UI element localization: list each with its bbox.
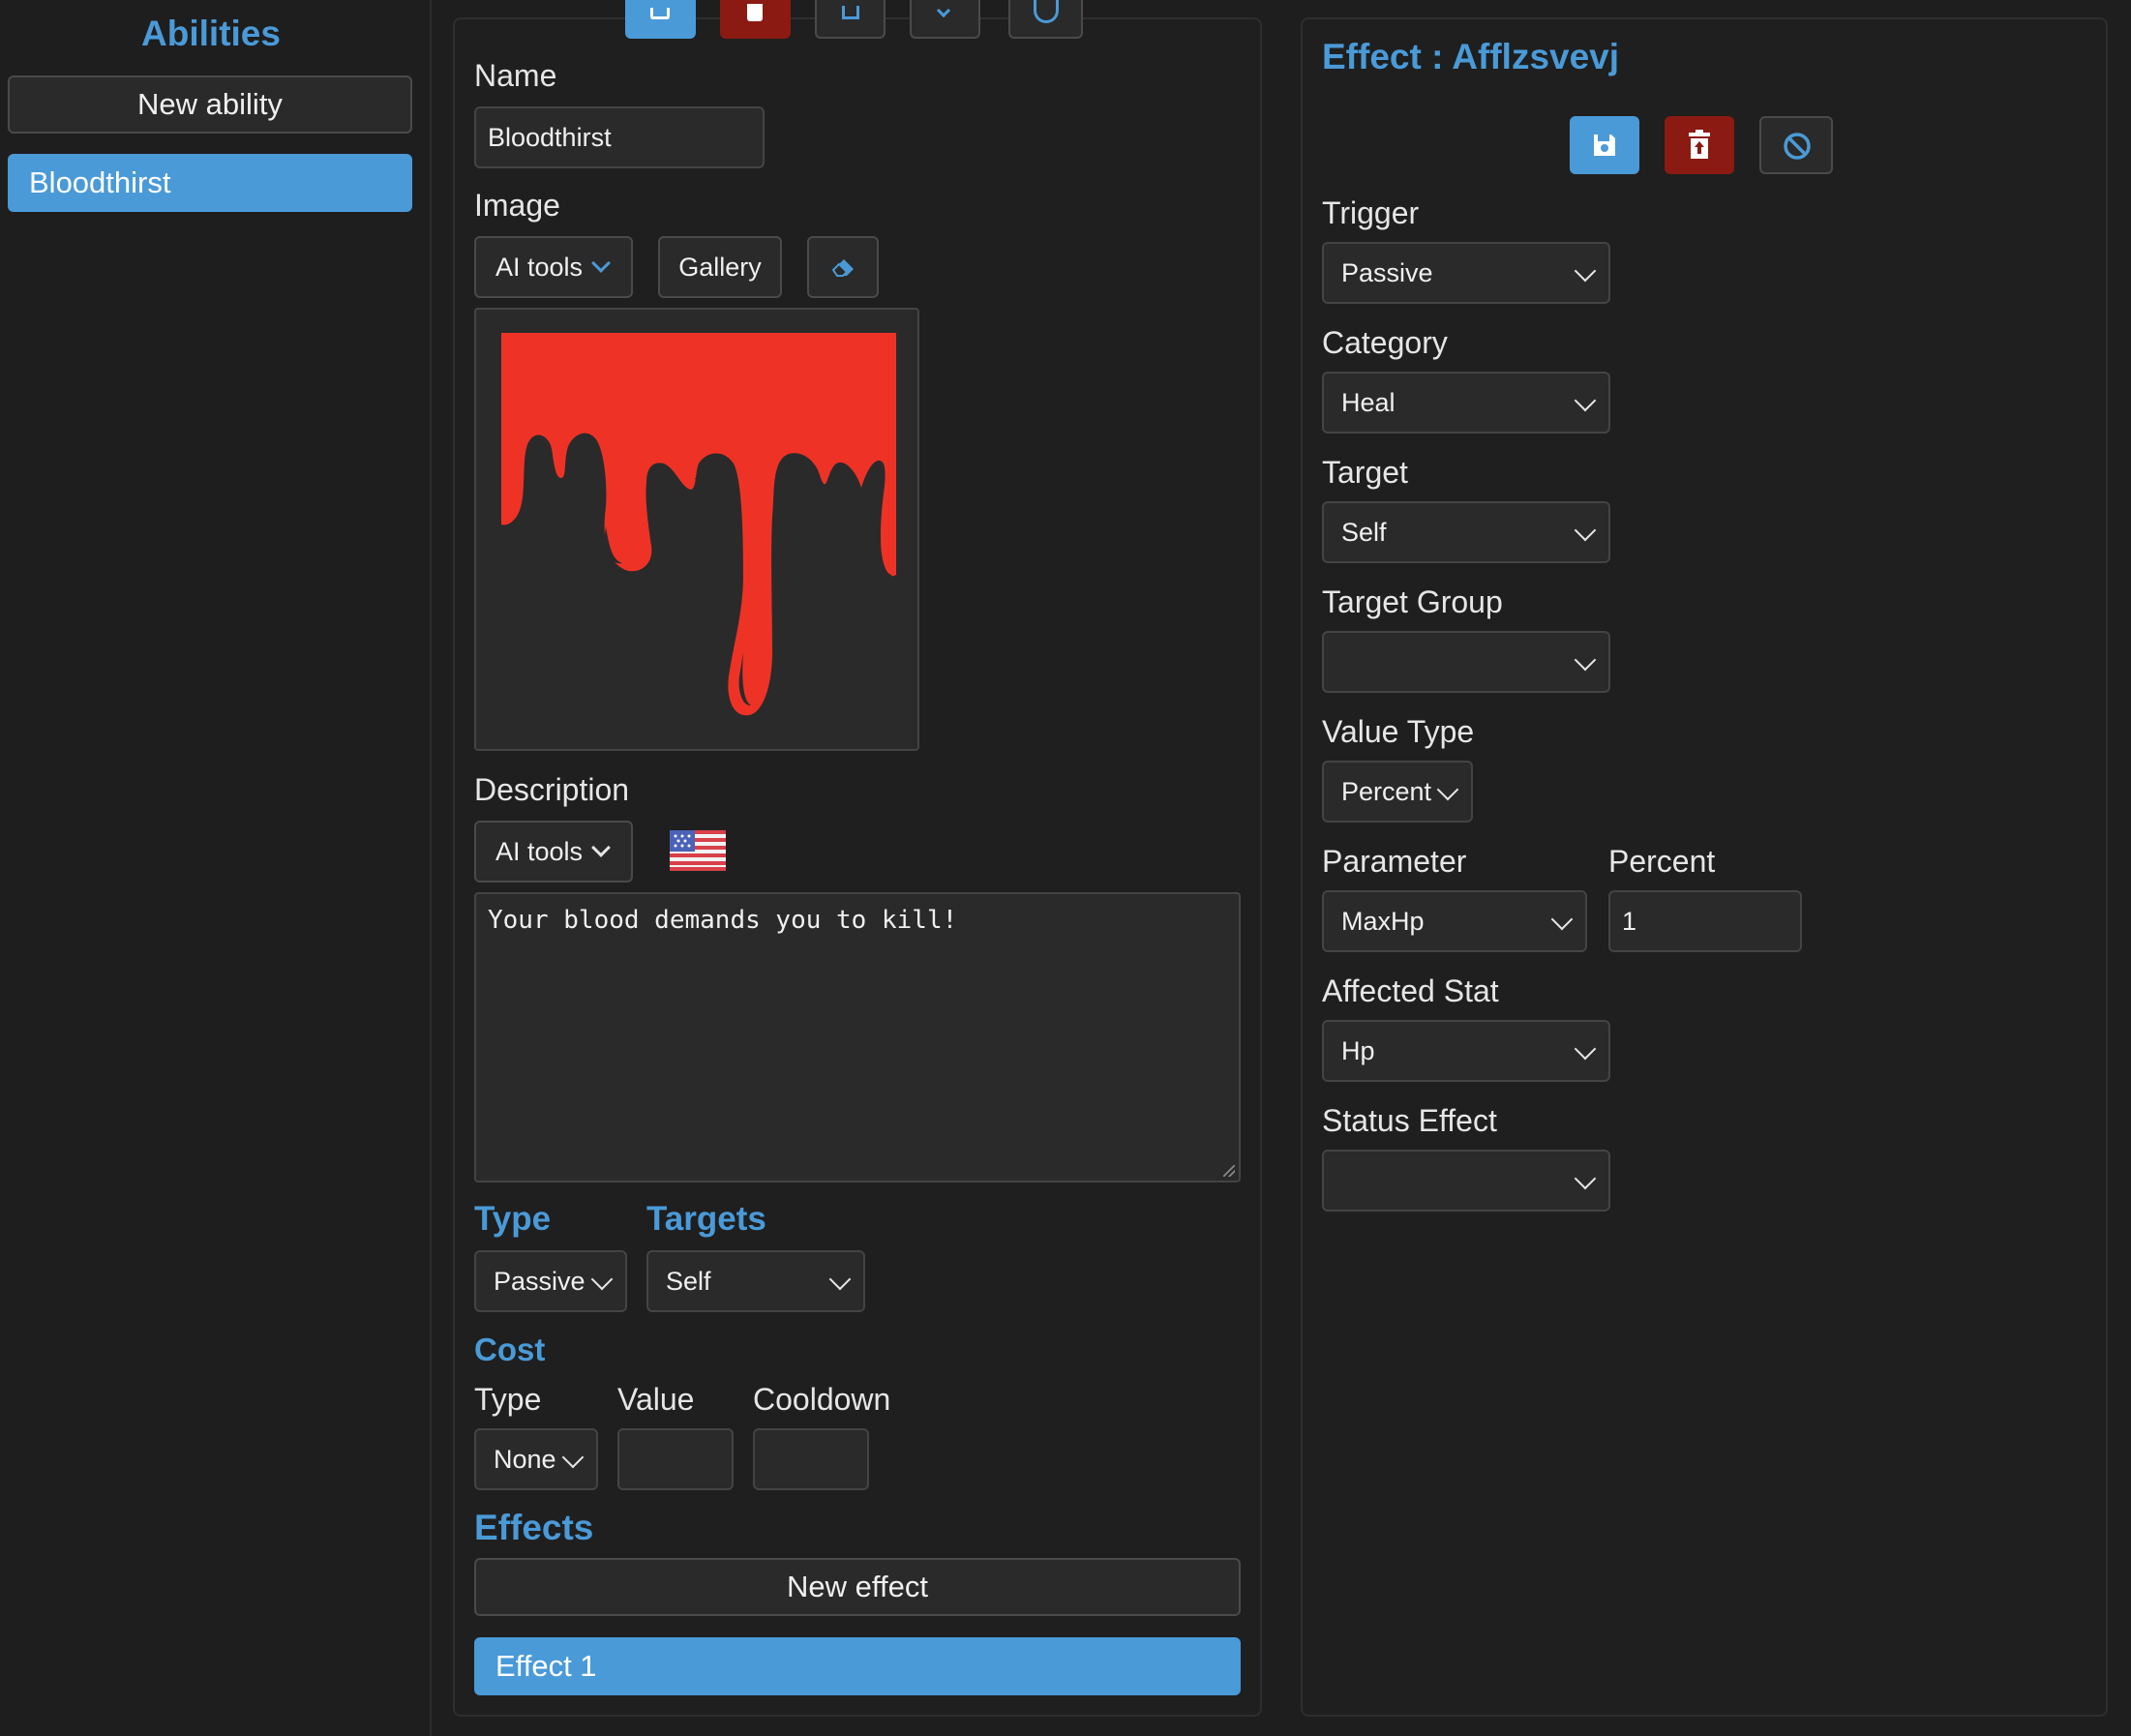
- chevron-down-icon: [590, 1268, 614, 1291]
- trigger-label: Trigger: [1322, 195, 1420, 230]
- cost-value-input[interactable]: [617, 1428, 734, 1490]
- chevron-down-icon: [1574, 519, 1597, 542]
- targets-heading: Targets: [646, 1200, 766, 1238]
- target-label: Target: [1322, 455, 1408, 490]
- target-value: Self: [1341, 517, 1387, 547]
- save-icon: [1594, 135, 1615, 156]
- cancel-ability-button[interactable]: [1008, 0, 1083, 39]
- cooldown-label: Cooldown: [753, 1382, 891, 1417]
- chevron-down-icon: [828, 1268, 852, 1291]
- cost-type-value: None: [494, 1444, 556, 1474]
- save-icon: [650, 8, 670, 19]
- target-select[interactable]: Self: [1322, 501, 1610, 563]
- language-flag-button[interactable]: [670, 830, 726, 871]
- delete-icon: [747, 4, 763, 21]
- chevron-down-icon: [561, 1446, 585, 1469]
- description-label: Description: [474, 772, 630, 807]
- resize-handle-icon[interactable]: [1223, 1165, 1235, 1177]
- affected-stat-label: Affected Stat: [1322, 973, 1499, 1008]
- category-select[interactable]: Heal: [1322, 372, 1610, 434]
- targets-select[interactable]: Self: [646, 1250, 865, 1312]
- cost-heading: Cost: [474, 1332, 546, 1367]
- copy-ability-button[interactable]: [815, 0, 885, 39]
- category-value: Heal: [1341, 387, 1396, 417]
- type-select-value: Passive: [494, 1266, 585, 1296]
- chevron-down-icon: [1574, 648, 1597, 672]
- effect-title: Effect : Afflzsvevj: [1322, 37, 1620, 76]
- sidebar-item-bloodthirst[interactable]: Bloodthirst: [8, 154, 412, 212]
- chevron-down-icon: [936, 3, 951, 18]
- save-ability-button[interactable]: [625, 0, 696, 39]
- eraser-icon: [831, 259, 854, 277]
- chevron-down-icon: [1436, 778, 1459, 801]
- chevron-down-icon: [1574, 389, 1597, 412]
- gallery-button[interactable]: Gallery: [658, 236, 782, 298]
- status-effect-label: Status Effect: [1322, 1103, 1497, 1138]
- parameter-value: MaxHp: [1341, 906, 1425, 936]
- category-label: Category: [1322, 325, 1448, 360]
- target-group-label: Target Group: [1322, 584, 1503, 619]
- target-group-select[interactable]: [1322, 631, 1610, 693]
- ai-tools-label: AI tools: [495, 836, 584, 866]
- delete-icon: [1689, 130, 1710, 159]
- chevron-down-icon: [591, 838, 611, 857]
- value-type-label: Value Type: [1322, 714, 1475, 749]
- description-ai-tools-dropdown[interactable]: AI tools: [474, 821, 633, 883]
- chevron-down-icon: [1574, 1037, 1597, 1061]
- parameter-label: Parameter: [1322, 844, 1467, 879]
- cost-type-label: Type: [474, 1382, 542, 1417]
- cancel-icon: [1034, 0, 1059, 23]
- new-effect-button[interactable]: New effect: [474, 1558, 1241, 1616]
- status-effect-select[interactable]: [1322, 1150, 1610, 1212]
- cancel-icon: [1784, 133, 1811, 160]
- percent-input[interactable]: 1: [1608, 890, 1802, 952]
- delete-effect-button[interactable]: [1665, 116, 1734, 174]
- value-type-value: Percent: [1341, 776, 1432, 806]
- us-flag-icon: [670, 830, 726, 871]
- chevron-down-icon: [1550, 908, 1574, 931]
- effect-list-item[interactable]: Effect 1: [474, 1637, 1241, 1695]
- image-ai-tools-dropdown[interactable]: AI tools: [474, 236, 633, 298]
- delete-ability-button[interactable]: [720, 0, 791, 39]
- chevron-down-icon: [1574, 259, 1597, 283]
- chevron-down-icon: [1574, 1167, 1597, 1190]
- parameter-select[interactable]: MaxHp: [1322, 890, 1587, 952]
- sidebar-title: Abilities: [141, 14, 281, 53]
- name-input[interactable]: Bloodthirst: [474, 106, 765, 168]
- trigger-select[interactable]: Passive: [1322, 242, 1610, 304]
- copy-icon: [842, 6, 859, 19]
- type-heading: Type: [474, 1200, 552, 1238]
- image-label: Image: [474, 188, 560, 223]
- ability-image-frame[interactable]: [474, 308, 919, 751]
- cost-type-select[interactable]: None: [474, 1428, 598, 1490]
- new-ability-button[interactable]: New ability: [8, 75, 412, 134]
- ai-tools-label: AI tools: [495, 252, 584, 282]
- value-type-select[interactable]: Percent: [1322, 761, 1473, 823]
- targets-select-value: Self: [666, 1266, 711, 1296]
- effects-heading: Effects: [474, 1508, 594, 1547]
- sidebar: Abilities New ability Bloodthirst: [0, 0, 432, 1736]
- affected-stat-value: Hp: [1341, 1035, 1375, 1065]
- download-ability-button[interactable]: [910, 0, 980, 39]
- save-effect-button[interactable]: [1570, 116, 1639, 174]
- blood-drip-icon: [501, 333, 896, 716]
- cost-value-label: Value: [617, 1382, 695, 1417]
- affected-stat-select[interactable]: Hp: [1322, 1020, 1610, 1082]
- cooldown-input[interactable]: [753, 1428, 869, 1490]
- description-textarea[interactable]: Your blood demands you to kill!: [474, 892, 1241, 1182]
- erase-image-button[interactable]: [807, 236, 879, 298]
- description-text: Your blood demands you to kill!: [488, 906, 958, 935]
- trigger-value: Passive: [1341, 257, 1433, 287]
- type-select[interactable]: Passive: [474, 1250, 627, 1312]
- cancel-effect-button[interactable]: [1759, 116, 1833, 174]
- chevron-down-icon: [591, 254, 611, 273]
- name-label: Name: [474, 58, 557, 93]
- percent-label: Percent: [1608, 844, 1716, 879]
